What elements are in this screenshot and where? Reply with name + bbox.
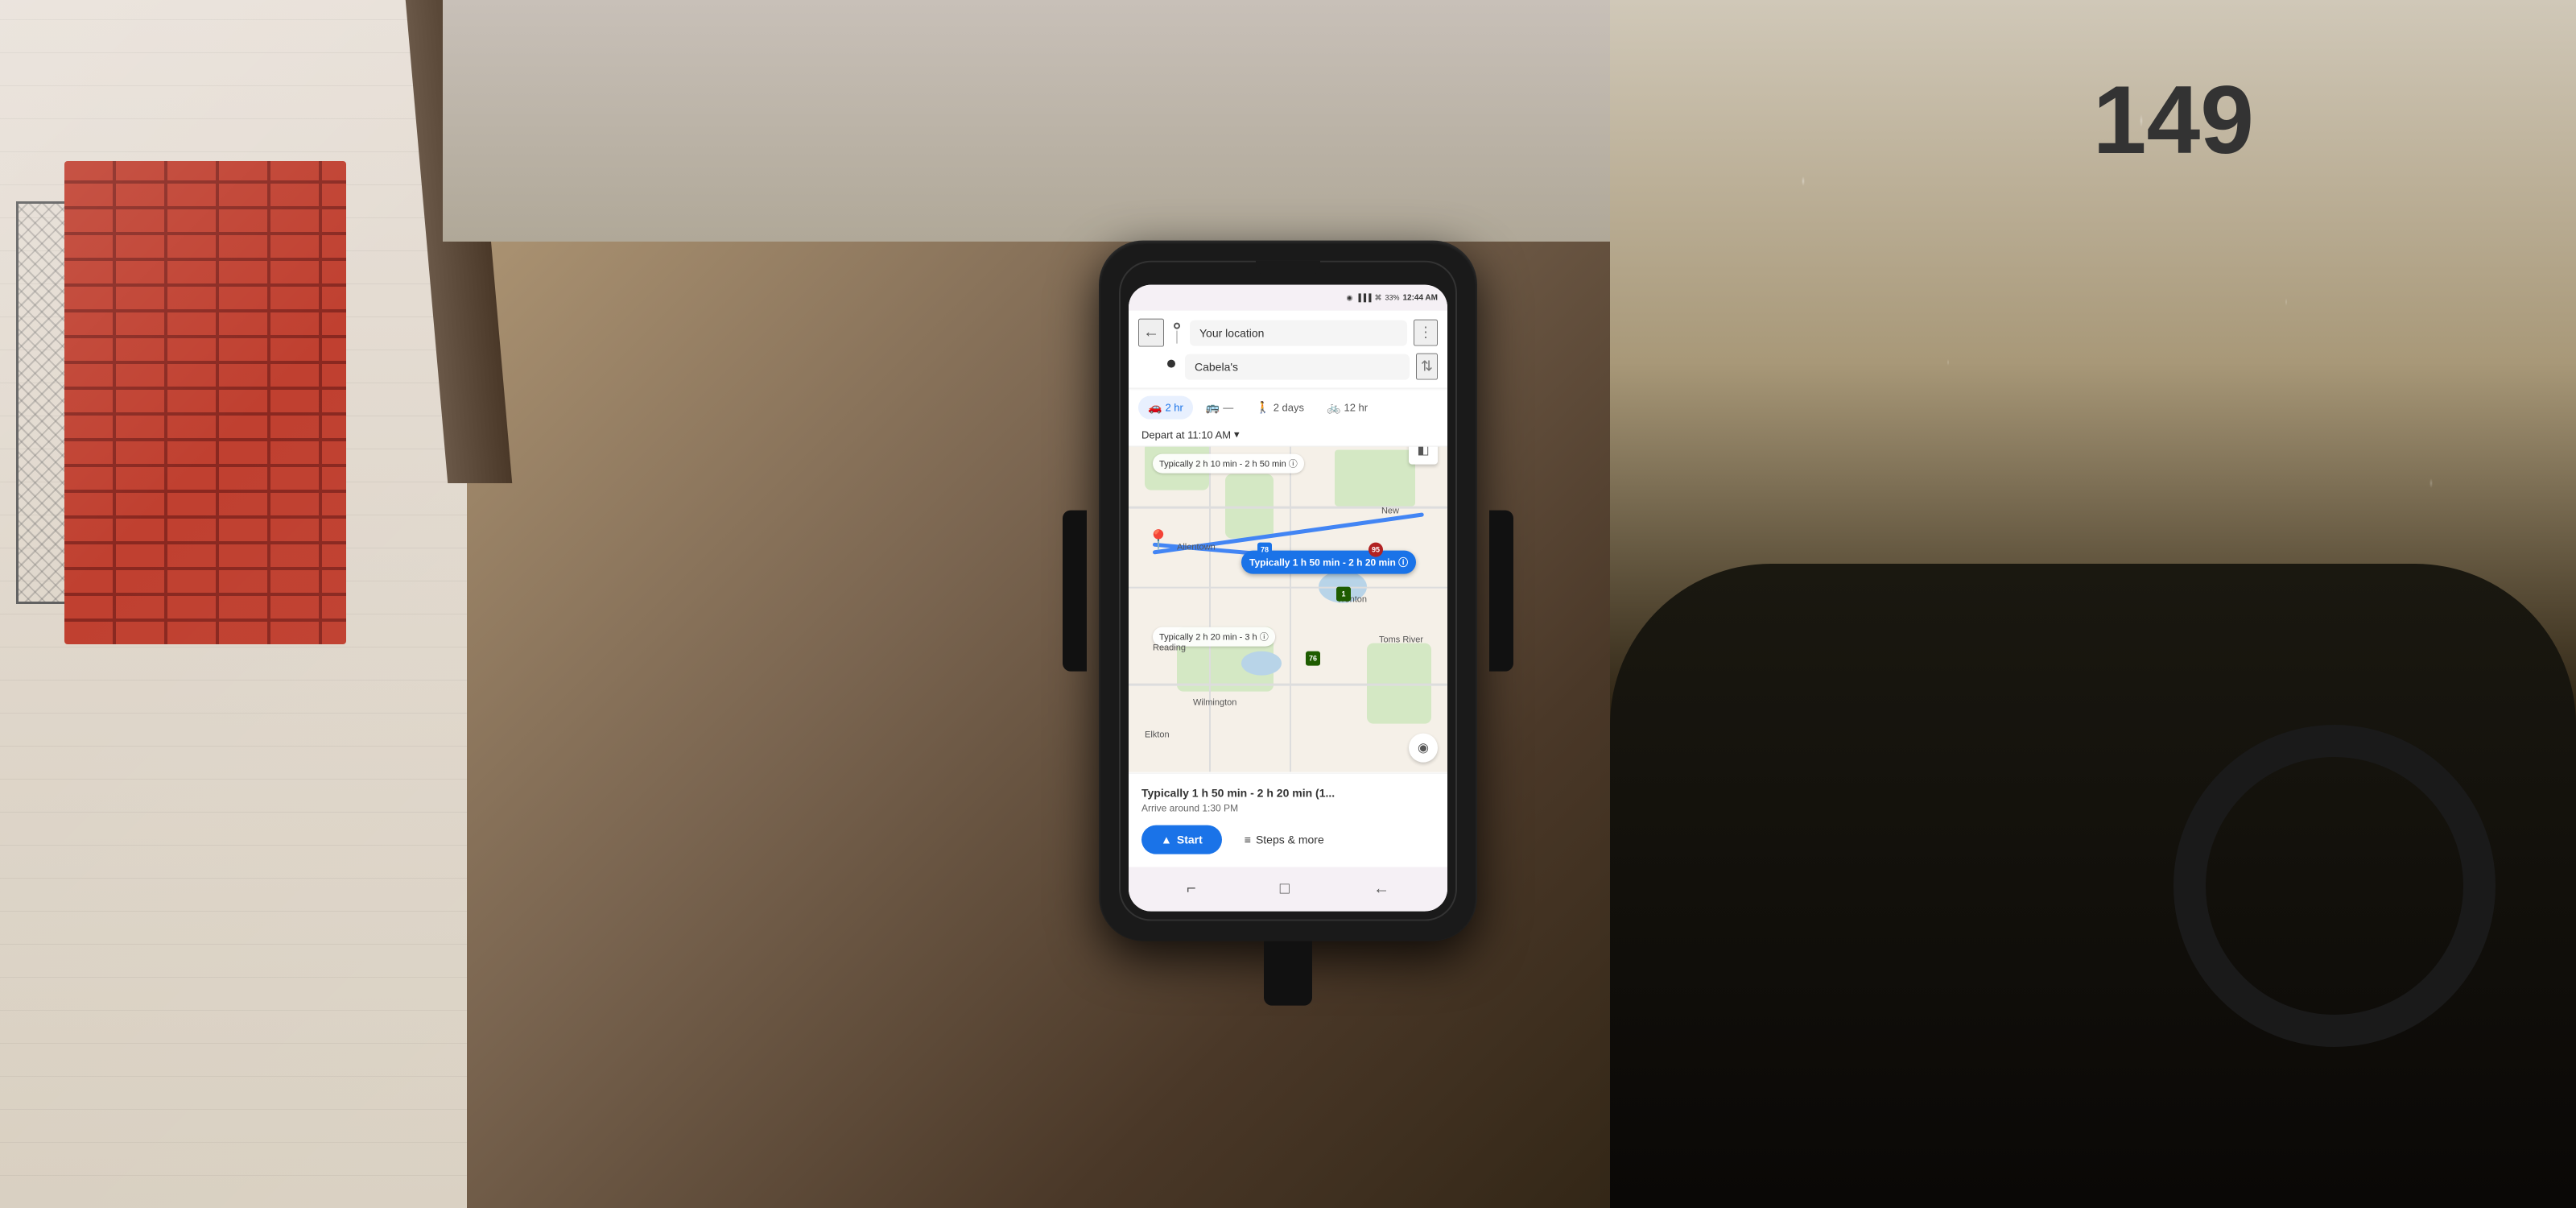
destination-dot	[1167, 359, 1175, 367]
route-summary: Typically 1 h 50 min - 2 h 20 min (1...	[1141, 787, 1435, 800]
android-back-icon[interactable]: ←	[1367, 874, 1396, 905]
city-new: New	[1381, 507, 1399, 516]
transit-icon: 🚌	[1206, 401, 1220, 415]
map-road-4	[1290, 426, 1291, 772]
building-number: 149	[2093, 64, 2254, 176]
brick-wall	[64, 161, 346, 644]
nav-row-bottom: ⇅	[1138, 354, 1438, 380]
depart-label: Depart at 11:10 AM	[1141, 428, 1231, 441]
origin-dot	[1174, 322, 1180, 329]
city-toms-river: Toms River	[1379, 635, 1423, 645]
home-icon[interactable]: □	[1274, 874, 1296, 905]
arrive-text: Arrive around 1:30 PM	[1141, 803, 1435, 814]
phone-notch	[1256, 261, 1320, 275]
swap-button[interactable]: ⇅	[1416, 354, 1438, 380]
route-label-top: Typically 2 h 10 min - 2 h 50 min ⓘ	[1153, 454, 1304, 474]
map-container[interactable]: Typically 1 h 50 min - 2 h 20 min ⓘ Typi…	[1129, 426, 1447, 772]
map-road-2	[1129, 587, 1447, 589]
location-pin: 📍	[1146, 529, 1170, 552]
steps-button[interactable]: ≡ Steps & more	[1232, 825, 1337, 854]
transport-tabs: 🚗 2 hr 🚌 — 🚶 2 days 🚲 12 hr	[1129, 391, 1447, 424]
android-navbar: ⌐ □ ←	[1129, 867, 1447, 912]
bottom-panel: Typically 1 h 50 min - 2 h 20 min (1... …	[1129, 773, 1447, 867]
bike-icon: 🚲	[1327, 401, 1340, 415]
phone-screen: ◉ ▐▐▐ ⌘ 33% 12:44 AM ← ⋮	[1129, 285, 1447, 912]
map-location-button[interactable]: ◉	[1409, 734, 1438, 763]
highway-95: 95	[1368, 543, 1383, 557]
bottom-actions: ▲ Start ≡ Steps & more	[1141, 825, 1435, 854]
phone-clamp-left	[1063, 511, 1087, 672]
city-reading: Reading	[1153, 643, 1186, 653]
map-water-2	[1241, 652, 1282, 676]
phone-device: ◉ ▐▐▐ ⌘ 33% 12:44 AM ← ⋮	[1119, 261, 1457, 921]
walk-time: 2 days	[1274, 402, 1304, 414]
map-road-3	[1209, 426, 1211, 772]
car-icon: 🚗	[1148, 401, 1162, 415]
depart-chevron: ▾	[1234, 428, 1240, 441]
car-time: 2 hr	[1165, 402, 1183, 414]
highway-78: 78	[1257, 543, 1272, 557]
city-elkton: Elkton	[1145, 730, 1170, 740]
status-wifi: ⌘	[1374, 293, 1381, 302]
tab-car[interactable]: 🚗 2 hr	[1138, 396, 1193, 420]
steps-label: Steps & more	[1256, 834, 1324, 846]
phone-holder-bottom	[1264, 941, 1312, 1006]
nav-row-top: ← ⋮	[1138, 319, 1438, 347]
map-road-1	[1129, 507, 1447, 509]
route-connector-bottom	[1164, 359, 1179, 367]
tab-walk[interactable]: 🚶 2 days	[1246, 396, 1314, 420]
destination-input[interactable]	[1185, 354, 1410, 379]
map-road-5	[1129, 684, 1447, 686]
city-wilmington: Wilmington	[1193, 698, 1236, 708]
origin-input[interactable]	[1190, 320, 1407, 345]
start-label: Start	[1177, 834, 1203, 846]
highway-1: 1	[1336, 587, 1351, 602]
tab-bike[interactable]: 🚲 12 hr	[1317, 396, 1377, 420]
depart-row[interactable]: Depart at 11:10 AM ▾	[1129, 424, 1447, 447]
status-bar: ◉ ▐▐▐ ⌘ 33% 12:44 AM	[1129, 285, 1447, 311]
right-area: 149	[1610, 0, 2576, 1208]
steering-wheel	[2174, 725, 2496, 1047]
recent-apps-icon[interactable]: ⌐	[1180, 874, 1203, 905]
highway-76-1: 76	[1306, 652, 1320, 666]
status-battery: 33%	[1385, 294, 1399, 302]
city-allentown: Allentown	[1177, 543, 1216, 552]
walk-icon: 🚶	[1256, 401, 1269, 415]
connector-line	[1176, 330, 1178, 343]
phone-clamp-right	[1489, 511, 1513, 672]
list-icon: ≡	[1245, 834, 1251, 846]
left-window	[0, 0, 467, 1208]
bike-time: 12 hr	[1344, 402, 1368, 414]
status-location-icon: ◉	[1346, 293, 1352, 302]
status-time: 12:44 AM	[1402, 293, 1438, 302]
nav-header: ← ⋮ ⇅	[1129, 311, 1447, 388]
back-button[interactable]: ←	[1138, 319, 1164, 347]
more-button[interactable]: ⋮	[1414, 320, 1438, 346]
tab-transit[interactable]: 🚌 —	[1196, 396, 1243, 420]
map-park-3	[1335, 450, 1415, 507]
crosshair-icon: ◉	[1418, 740, 1429, 756]
status-signal: ▐▐▐	[1356, 294, 1371, 302]
phone-mount: ◉ ▐▐▐ ⌘ 33% 12:44 AM ← ⋮	[1119, 261, 1457, 921]
transit-time: —	[1223, 402, 1233, 414]
navigation-icon: ▲	[1161, 834, 1172, 846]
route-connector	[1170, 322, 1183, 343]
start-button[interactable]: ▲ Start	[1141, 825, 1222, 854]
